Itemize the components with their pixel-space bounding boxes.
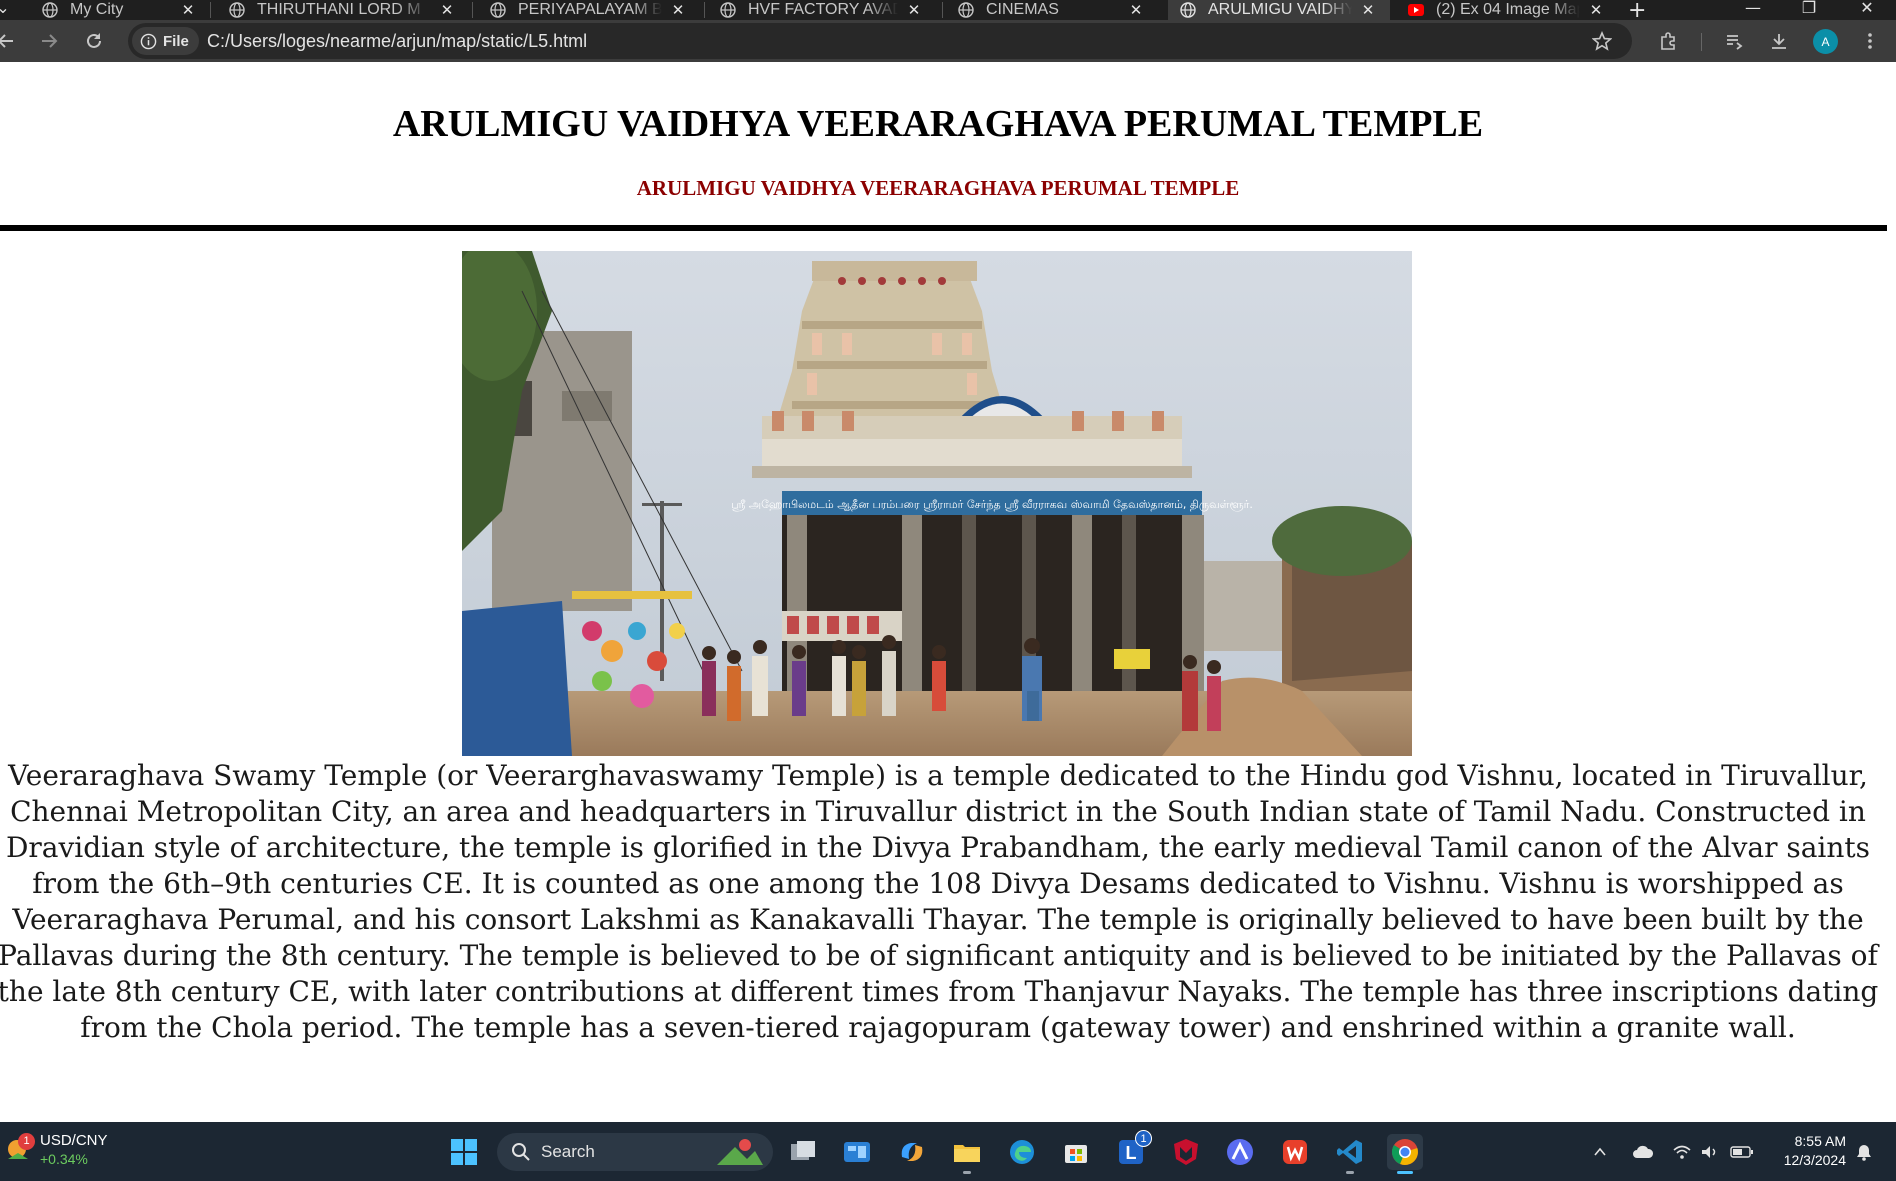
lens-badge: 1 bbox=[1135, 1130, 1152, 1147]
search-icon bbox=[512, 1143, 530, 1161]
globe-icon bbox=[229, 2, 245, 18]
close-icon[interactable]: ✕ bbox=[1588, 2, 1604, 19]
tab-title: My City bbox=[70, 1, 124, 18]
tab-my-city[interactable]: My City ✕ bbox=[30, 0, 210, 20]
show-hidden-icons-chevron-icon[interactable] bbox=[1592, 1122, 1608, 1181]
info-icon bbox=[140, 33, 157, 49]
active-indicator bbox=[1397, 1171, 1413, 1174]
web-page: ARULMIGU VAIDHYA VEERARAGHAVA PERUMAL TE… bbox=[0, 62, 1896, 1122]
running-indicator bbox=[963, 1171, 971, 1174]
svg-text:L: L bbox=[1126, 1143, 1137, 1163]
tab-title: CINEMAS bbox=[986, 1, 1059, 18]
clock-date: 12/3/2024 bbox=[1783, 1152, 1846, 1168]
arc-icon[interactable] bbox=[1222, 1134, 1258, 1170]
site-info-chip[interactable]: File bbox=[132, 27, 199, 55]
forward-arrow-icon[interactable] bbox=[37, 29, 61, 53]
file-explorer-icon[interactable] bbox=[949, 1134, 985, 1174]
youtube-icon bbox=[1408, 2, 1424, 18]
widget-badge: 1 bbox=[18, 1132, 35, 1150]
reading-list-icon[interactable] bbox=[1722, 29, 1746, 53]
close-icon[interactable]: ✕ bbox=[670, 2, 686, 19]
temple-gopuram-photo: ஸ்ரீ அஹோபிலமடம் ஆதீன பரம்பரை ஸ்ரீராமர் ச… bbox=[462, 251, 1412, 756]
tab-title: (2) Ex 04 Image Map bbox=[1436, 1, 1580, 18]
url-text[interactable]: C:/Users/loges/nearme/arjun/map/static/L… bbox=[207, 31, 587, 52]
globe-icon bbox=[490, 2, 506, 18]
close-icon[interactable]: ✕ bbox=[1360, 2, 1376, 19]
clock-time: 8:55 AM bbox=[1794, 1133, 1846, 1149]
notification-bell-icon[interactable] bbox=[1855, 1122, 1873, 1181]
wps-icon[interactable] bbox=[1277, 1134, 1313, 1170]
close-window-icon[interactable]: ✕ bbox=[1852, 0, 1882, 17]
tab-thiruthani[interactable]: THIRUTHANI LORD M ✕ bbox=[217, 0, 469, 20]
toolbar-separator bbox=[1701, 33, 1702, 51]
store-icon[interactable] bbox=[1058, 1134, 1094, 1170]
close-icon[interactable]: ✕ bbox=[439, 2, 455, 19]
page-title: ARULMIGU VAIDHYA VEERARAGHAVA PERUMAL TE… bbox=[392, 103, 1484, 145]
tab-title: THIRUTHANI LORD M bbox=[257, 1, 421, 18]
close-icon[interactable]: ✕ bbox=[906, 2, 922, 19]
tab-title: PERIYAPALAYAM BHA bbox=[518, 1, 662, 18]
back-arrow-icon[interactable] bbox=[0, 29, 18, 53]
search-highlight-icon bbox=[717, 1139, 763, 1165]
tab-youtube-image-map[interactable]: (2) Ex 04 Image Map ✕ bbox=[1396, 0, 1618, 20]
widgets-icon[interactable] bbox=[839, 1134, 875, 1170]
widget-title: USD/CNY bbox=[40, 1132, 108, 1149]
horizontal-rule bbox=[0, 225, 1887, 231]
volume-icon[interactable] bbox=[1700, 1122, 1720, 1181]
wifi-icon[interactable] bbox=[1672, 1122, 1692, 1181]
profile-avatar[interactable]: A bbox=[1813, 29, 1838, 54]
close-icon[interactable]: ✕ bbox=[180, 2, 196, 19]
vscode-icon[interactable] bbox=[1332, 1134, 1368, 1174]
lens-icon[interactable]: L 1 bbox=[1113, 1130, 1152, 1170]
widget-change: +0.34% bbox=[40, 1151, 88, 1167]
download-icon[interactable] bbox=[1767, 29, 1791, 53]
page-subtitle: ARULMIGU VAIDHYA VEERARAGHAVA PERUMAL TE… bbox=[636, 176, 1240, 200]
temple-description: Veeraraghava Swamy Temple (or Veerarghav… bbox=[0, 759, 1879, 1044]
tab-cinemas[interactable]: CINEMAS ✕ bbox=[946, 0, 1158, 20]
tab-search-icon[interactable]: ⌄ bbox=[0, 0, 18, 17]
extensions-icon[interactable] bbox=[1656, 29, 1680, 53]
task-view-icon[interactable] bbox=[785, 1134, 821, 1170]
windows-taskbar: 1 USD/CNY +0.34% Search L 1 8:55 AM 12/3… bbox=[0, 1122, 1896, 1181]
close-icon[interactable]: ✕ bbox=[1128, 2, 1144, 19]
battery-icon[interactable] bbox=[1730, 1122, 1754, 1181]
chip-label: File bbox=[163, 32, 189, 50]
tab-separator bbox=[942, 2, 943, 18]
tab-title: HVF FACTORY AVADI bbox=[748, 1, 898, 18]
address-bar[interactable]: File C:/Users/loges/nearme/arjun/map/sta… bbox=[128, 23, 1632, 59]
minimize-icon[interactable]: — bbox=[1738, 0, 1768, 17]
taskbar-search[interactable]: Search bbox=[497, 1133, 773, 1171]
restore-icon[interactable]: ❐ bbox=[1794, 0, 1824, 17]
tab-arulmigu-active[interactable]: ARULMIGU VAIDHYA ✕ bbox=[1168, 0, 1390, 20]
windows-start-icon[interactable] bbox=[446, 1134, 482, 1170]
tab-periyapalayam[interactable]: PERIYAPALAYAM BHA ✕ bbox=[478, 0, 700, 20]
copilot-icon[interactable] bbox=[894, 1134, 930, 1170]
tab-title: ARULMIGU VAIDHYA bbox=[1208, 1, 1352, 18]
onedrive-cloud-icon[interactable] bbox=[1632, 1122, 1654, 1181]
bookmark-star-icon[interactable] bbox=[1590, 29, 1614, 53]
weather-widget-icon: 1 bbox=[6, 1132, 35, 1165]
reload-icon[interactable] bbox=[82, 29, 106, 53]
browser-toolbar: File C:/Users/loges/nearme/arjun/map/sta… bbox=[0, 20, 1896, 62]
mcafee-icon[interactable] bbox=[1168, 1134, 1204, 1170]
globe-icon bbox=[1180, 2, 1196, 18]
running-indicator bbox=[1346, 1171, 1354, 1174]
more-menu-icon[interactable] bbox=[1858, 29, 1882, 53]
globe-icon bbox=[720, 2, 736, 18]
tab-separator bbox=[704, 2, 705, 18]
system-clock[interactable]: 8:55 AM 12/3/2024 bbox=[1766, 1132, 1846, 1170]
tab-separator bbox=[472, 2, 473, 18]
search-placeholder: Search bbox=[541, 1142, 595, 1161]
tab-separator bbox=[210, 2, 211, 18]
tab-strip: ⌄ My City ✕ THIRUTHANI LORD M ✕ PERIYAPA… bbox=[0, 0, 1896, 23]
temple-sign-text: ஸ்ரீ அஹோபிலமடம் ஆதீன பரம்பரை ஸ்ரீராமர் ச… bbox=[731, 498, 1253, 512]
stock-widget[interactable]: 1 USD/CNY +0.34% bbox=[6, 1132, 108, 1167]
globe-icon bbox=[42, 2, 58, 18]
edge-icon[interactable] bbox=[1004, 1134, 1040, 1170]
globe-icon bbox=[958, 2, 974, 18]
chrome-icon[interactable] bbox=[1387, 1134, 1423, 1174]
tab-hvf-factory[interactable]: HVF FACTORY AVADI ✕ bbox=[708, 0, 936, 20]
